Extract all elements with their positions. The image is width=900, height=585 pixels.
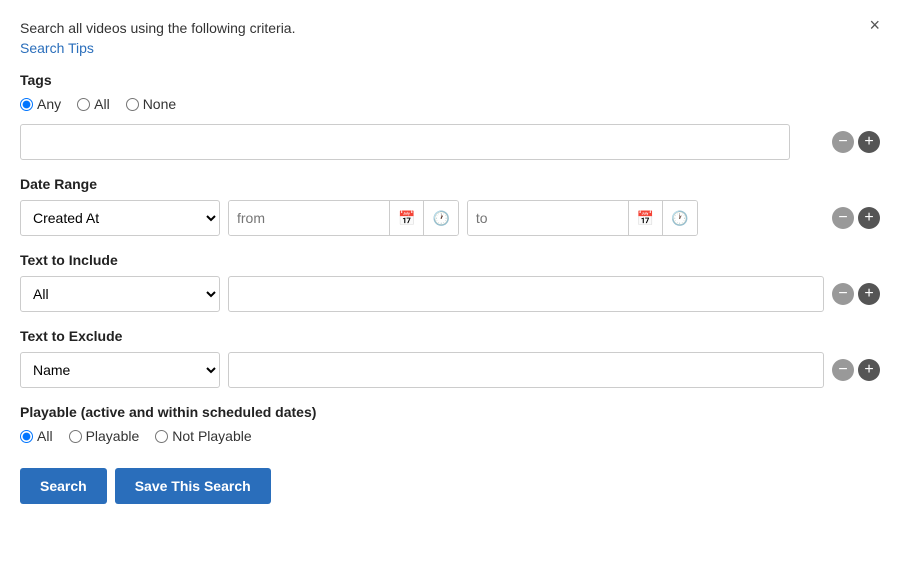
tags-section: Tags Any All None <box>20 72 880 112</box>
text-exclude-label: Text to Exclude <box>20 328 880 344</box>
footer-buttons: Search Save This Search <box>20 468 880 504</box>
date-from-wrapper: 📅 🕐 <box>228 200 459 236</box>
tags-input-row: − + <box>20 124 880 160</box>
tags-radio-group: Any All None <box>20 96 880 112</box>
playable-radio-all[interactable]: All <box>20 428 53 444</box>
text-exclude-remove-button[interactable]: − <box>832 359 854 381</box>
text-exclude-section: Text to Exclude Name Description Tags − … <box>20 328 880 388</box>
date-to-input[interactable] <box>468 201 628 235</box>
date-range-row: Created At Updated At Published At 📅 🕐 📅… <box>20 200 880 236</box>
text-include-label: Text to Include <box>20 252 880 268</box>
text-include-add-button[interactable]: + <box>858 283 880 305</box>
text-include-input[interactable] <box>228 276 824 312</box>
tags-input[interactable] <box>20 124 790 160</box>
intro-text: Search all videos using the following cr… <box>20 20 880 36</box>
tags-circle-btns: − + <box>832 131 880 153</box>
search-tips-link[interactable]: Search Tips <box>20 40 94 56</box>
date-remove-button[interactable]: − <box>832 207 854 229</box>
text-include-remove-button[interactable]: − <box>832 283 854 305</box>
tags-label: Tags <box>20 72 880 88</box>
date-range-section: Date Range Created At Updated At Publish… <box>20 176 880 236</box>
tags-radio-any[interactable]: Any <box>20 96 61 112</box>
save-search-button[interactable]: Save This Search <box>115 468 271 504</box>
playable-label: Playable (active and within scheduled da… <box>20 404 880 420</box>
date-range-select[interactable]: Created At Updated At Published At <box>20 200 220 236</box>
tags-remove-button[interactable]: − <box>832 131 854 153</box>
text-exclude-input[interactable] <box>228 352 824 388</box>
date-from-clock-button[interactable]: 🕐 <box>423 201 457 235</box>
text-include-section: Text to Include All Name Description Tag… <box>20 252 880 312</box>
text-include-row: All Name Description Tags − + <box>20 276 880 312</box>
playable-radio-group: All Playable Not Playable <box>20 428 880 444</box>
tags-add-button[interactable]: + <box>858 131 880 153</box>
date-add-button[interactable]: + <box>858 207 880 229</box>
playable-radio-not-playable[interactable]: Not Playable <box>155 428 251 444</box>
text-exclude-select[interactable]: Name Description Tags <box>20 352 220 388</box>
date-range-label: Date Range <box>20 176 880 192</box>
tags-radio-none[interactable]: None <box>126 96 176 112</box>
text-exclude-add-button[interactable]: + <box>858 359 880 381</box>
date-to-clock-button[interactable]: 🕐 <box>662 201 696 235</box>
tags-radio-all[interactable]: All <box>77 96 110 112</box>
date-from-input[interactable] <box>229 201 389 235</box>
search-button[interactable]: Search <box>20 468 107 504</box>
playable-section: Playable (active and within scheduled da… <box>20 404 880 444</box>
close-button[interactable]: × <box>869 16 880 34</box>
text-include-select[interactable]: All Name Description Tags <box>20 276 220 312</box>
date-to-calendar-button[interactable]: 📅 <box>628 201 662 235</box>
text-exclude-circle-btns: − + <box>832 359 880 381</box>
playable-radio-playable[interactable]: Playable <box>69 428 140 444</box>
text-include-circle-btns: − + <box>832 283 880 305</box>
date-circle-btns: − + <box>832 207 880 229</box>
date-from-calendar-button[interactable]: 📅 <box>389 201 423 235</box>
date-to-wrapper: 📅 🕐 <box>467 200 698 236</box>
text-exclude-row: Name Description Tags − + <box>20 352 880 388</box>
